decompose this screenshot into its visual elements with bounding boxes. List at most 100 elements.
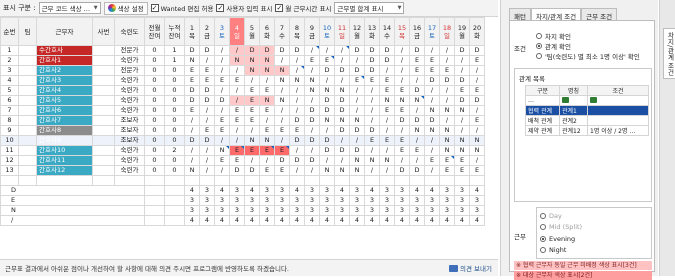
day-header[interactable]: 11 일: [334, 17, 350, 46]
shift-cell[interactable]: E: [379, 75, 395, 86]
shift-cell[interactable]: D: [289, 45, 305, 56]
shift-cell[interactable]: /: [244, 125, 260, 136]
shift-cell[interactable]: E: [274, 165, 290, 176]
shift-cell[interactable]: /: [394, 125, 410, 136]
day-header[interactable]: 1목: [184, 17, 200, 46]
shift-cell[interactable]: /: [304, 45, 320, 56]
shift-cell[interactable]: /: [199, 165, 215, 176]
day-header[interactable]: 17 토: [424, 17, 440, 46]
shift-cell[interactable]: D: [334, 145, 350, 156]
shift-cell[interactable]: E: [244, 95, 260, 106]
radio-night[interactable]: Night: [540, 245, 648, 257]
shift-cell[interactable]: E: [259, 85, 275, 96]
shift-cell[interactable]: N: [259, 95, 275, 106]
shift-cell[interactable]: D: [319, 95, 335, 106]
shift-cell[interactable]: /: [379, 125, 395, 136]
shift-cell[interactable]: E: [454, 85, 470, 96]
shift-cell[interactable]: D: [184, 45, 200, 56]
shift-cell[interactable]: E: [274, 125, 290, 136]
shift-cell[interactable]: N: [349, 165, 365, 176]
schedule-row[interactable]: 4 간호사3 숙련가 0 0 E E E E / / N N N / / E E E / / D D D /: [0, 75, 485, 86]
shift-cell[interactable]: D: [199, 45, 215, 56]
shift-cell[interactable]: N: [364, 155, 380, 166]
shift-cell[interactable]: D: [364, 125, 380, 136]
shift-cell[interactable]: /: [319, 125, 335, 136]
shift-cell[interactable]: D: [244, 45, 260, 56]
shift-cell[interactable]: /: [439, 95, 455, 106]
shift-cell[interactable]: /: [349, 105, 365, 116]
shift-cell[interactable]: /: [289, 95, 305, 106]
shift-cell[interactable]: N: [439, 105, 455, 116]
shift-cell[interactable]: /: [289, 105, 305, 116]
schedule-row[interactable]: 2 간호사1 숙련가 0 1 N / / N N N / / E E / / D D / E E / / E: [0, 55, 485, 66]
shift-cell[interactable]: E: [199, 125, 215, 136]
shift-cell[interactable]: N: [244, 55, 260, 66]
shift-cell[interactable]: /: [364, 115, 380, 126]
day-header[interactable]: 8목: [289, 17, 305, 46]
shift-cell[interactable]: /: [334, 75, 350, 86]
day-header[interactable]: 19 월: [454, 17, 470, 46]
schedule-row[interactable]: 9 간호사8 조보자 0 0/E E / / E E E / / D D D / / N N N / /: [0, 125, 485, 136]
shift-cell[interactable]: /: [424, 95, 440, 106]
shift-cell[interactable]: N: [409, 95, 425, 106]
radio-evening[interactable]: Evening: [540, 233, 648, 245]
schedule-row[interactable]: 10 간호사9 조보자 0 0 D D / / N N / D D D / / E E E / / N N N: [0, 135, 485, 146]
shift-cell[interactable]: /: [214, 45, 230, 56]
shift-cell[interactable]: N: [469, 135, 485, 146]
shift-cell[interactable]: /: [244, 155, 260, 166]
shift-cell[interactable]: N: [349, 155, 365, 166]
shift-cell[interactable]: D: [469, 95, 485, 106]
shift-cell[interactable]: E: [214, 155, 230, 166]
shift-cell[interactable]: N: [379, 155, 395, 166]
shift-cell[interactable]: /: [364, 105, 380, 116]
wanted-edit-checkbox[interactable]: ✓ Wanted 편집 허용: [150, 3, 213, 13]
shift-cell[interactable]: N: [379, 95, 395, 106]
shift-cell[interactable]: E: [259, 145, 275, 156]
shift-cell[interactable]: /: [394, 55, 410, 66]
shift-cell[interactable]: /: [274, 135, 290, 146]
shift-cell[interactable]: /: [274, 85, 290, 96]
shift-cell[interactable]: /: [289, 165, 305, 176]
shift-cell[interactable]: /: [229, 135, 245, 146]
shift-cell[interactable]: E: [319, 55, 335, 66]
shift-cell[interactable]: E: [409, 65, 425, 76]
shift-cell[interactable]: D: [304, 115, 320, 126]
shift-cell[interactable]: /: [259, 75, 275, 86]
shift-cell[interactable]: /: [319, 155, 335, 166]
shift-cell[interactable]: E: [379, 135, 395, 146]
shift-cell[interactable]: /: [304, 145, 320, 156]
schedule-row[interactable]: 11 간호사10 숙련가 0 2// N E E E E / / D D D / / E E / N N N: [0, 145, 485, 156]
shift-cell[interactable]: /: [214, 65, 230, 76]
worker-cell[interactable]: 수간호사: [36, 45, 93, 56]
day-header[interactable]: 12 월: [349, 17, 365, 46]
shift-cell[interactable]: N: [439, 135, 455, 146]
schedule-row[interactable]: 6 간호사5 숙련가 0 0 D D D / E N N / / D D / / N N N / / D D: [0, 95, 485, 106]
day-header[interactable]: 20 화: [469, 17, 485, 46]
shift-cell[interactable]: /: [214, 135, 230, 146]
shift-cell[interactable]: N: [439, 125, 455, 136]
shift-cell[interactable]: /: [319, 45, 335, 56]
shift-cell[interactable]: N: [304, 85, 320, 96]
shift-cell[interactable]: /: [199, 115, 215, 126]
shift-cell[interactable]: D: [334, 125, 350, 136]
shift-cell[interactable]: /: [259, 115, 275, 126]
shift-cell[interactable]: E: [244, 85, 260, 96]
shift-cell[interactable]: /: [424, 45, 440, 56]
day-header[interactable]: 3토: [214, 17, 230, 46]
shift-cell[interactable]: N: [319, 165, 335, 176]
day-header[interactable]: 16 금: [409, 17, 425, 46]
shift-cell[interactable]: /: [319, 75, 335, 86]
day-header[interactable]: 13 화: [364, 17, 380, 46]
shift-cell[interactable]: D: [439, 75, 455, 86]
shift-cell[interactable]: /: [424, 85, 440, 96]
shift-cell[interactable]: E: [439, 165, 455, 176]
shift-cell[interactable]: D: [409, 115, 425, 126]
shift-cell[interactable]: N: [259, 55, 275, 66]
shift-cell[interactable]: E: [424, 155, 440, 166]
shift-cell[interactable]: N: [454, 105, 470, 116]
shift-cell[interactable]: /: [199, 55, 215, 66]
shift-cell[interactable]: /: [379, 65, 395, 76]
shift-cell[interactable]: E: [184, 75, 200, 86]
shift-cell[interactable]: D: [199, 95, 215, 106]
shift-cell[interactable]: /: [259, 155, 275, 166]
